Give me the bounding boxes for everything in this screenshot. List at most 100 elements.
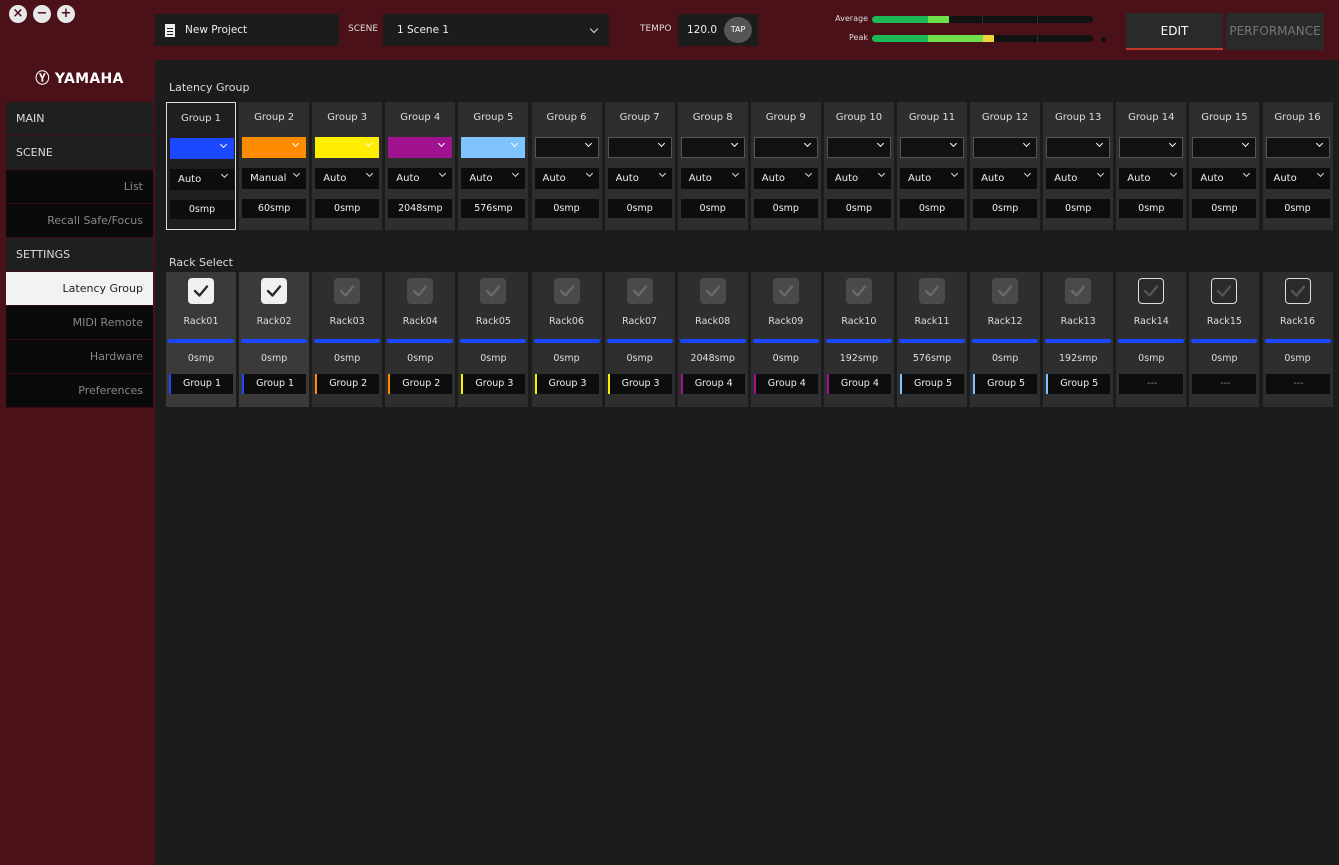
- rack-group-assignment[interactable]: Group 4: [680, 374, 745, 394]
- rack-group-assignment[interactable]: Group 4: [826, 374, 891, 394]
- latency-group-column[interactable]: Group 14 Auto 0smp: [1116, 102, 1187, 230]
- group-latency-field[interactable]: 0smp: [753, 199, 818, 218]
- tap-tempo-button[interactable]: TAP: [724, 17, 753, 43]
- close-window-icon[interactable]: ×: [9, 5, 27, 23]
- rack-group-assignment[interactable]: Group 3: [461, 374, 526, 394]
- latency-group-column[interactable]: Group 15 Auto 0smp: [1189, 102, 1260, 230]
- rack-group-assignment[interactable]: Group 1: [242, 374, 307, 394]
- group-latency-field[interactable]: 576smp: [461, 199, 526, 218]
- group-mode-dropdown[interactable]: Auto: [1046, 168, 1111, 189]
- group-color-dropdown[interactable]: [1119, 137, 1184, 158]
- minimize-window-icon[interactable]: −: [33, 5, 51, 23]
- edit-mode-button[interactable]: EDIT: [1126, 13, 1223, 50]
- group-color-dropdown[interactable]: [1265, 137, 1330, 158]
- group-color-dropdown[interactable]: [388, 137, 453, 158]
- group-latency-field[interactable]: 0smp: [315, 199, 380, 218]
- sidebar-item-settings[interactable]: SETTINGS: [6, 238, 153, 272]
- sidebar-item-list[interactable]: List: [6, 170, 153, 204]
- group-latency-field[interactable]: 0smp: [973, 199, 1038, 218]
- group-mode-dropdown[interactable]: Auto: [534, 168, 599, 189]
- rack-select-checkbox[interactable]: [1211, 278, 1238, 304]
- group-latency-field[interactable]: 0smp: [1046, 199, 1111, 218]
- latency-group-column[interactable]: Group 5 Auto 576smp: [458, 102, 529, 230]
- latency-group-column[interactable]: Group 11 Auto 0smp: [897, 102, 967, 230]
- group-color-dropdown[interactable]: [680, 137, 745, 158]
- rack-group-assignment[interactable]: Group 5: [1046, 374, 1111, 394]
- rack-select-checkbox[interactable]: [1138, 278, 1165, 304]
- latency-group-column[interactable]: Group 9 Auto 0smp: [750, 102, 821, 230]
- group-color-dropdown[interactable]: [461, 137, 526, 158]
- latency-group-column[interactable]: Group 3 Auto 0smp: [312, 102, 383, 230]
- tempo-field[interactable]: 120.0 TAP: [678, 14, 758, 46]
- latency-group-column[interactable]: Group 13 Auto 0smp: [1043, 102, 1114, 230]
- group-mode-dropdown[interactable]: Auto: [973, 168, 1038, 189]
- latency-group-column[interactable]: Group 7 Auto 0smp: [604, 102, 675, 230]
- group-color-dropdown[interactable]: [753, 137, 818, 158]
- group-latency-field[interactable]: 0smp: [534, 199, 599, 218]
- rack-group-assignment[interactable]: ---: [1119, 374, 1184, 394]
- group-mode-dropdown[interactable]: Auto: [607, 168, 672, 189]
- sidebar-item-recall-safe-focus[interactable]: Recall Safe/Focus: [6, 204, 153, 238]
- rack-group-assignment[interactable]: ---: [1192, 374, 1257, 394]
- rack-group-assignment[interactable]: Group 3: [534, 374, 599, 394]
- latency-group-column[interactable]: Group 16 Auto 0smp: [1262, 102, 1333, 230]
- group-latency-field[interactable]: 0smp: [900, 199, 964, 218]
- group-color-dropdown[interactable]: [900, 137, 964, 158]
- group-latency-field[interactable]: 0smp: [1119, 199, 1184, 218]
- latency-group-column[interactable]: Group 10 Auto 0smp: [823, 102, 894, 230]
- rack-group-assignment[interactable]: Group 2: [388, 374, 453, 394]
- maximize-window-icon[interactable]: +: [57, 5, 75, 23]
- rack-group-assignment[interactable]: Group 5: [973, 374, 1038, 394]
- group-latency-field[interactable]: 0smp: [826, 199, 891, 218]
- sidebar-item-hardware[interactable]: Hardware: [6, 340, 153, 374]
- group-latency-field[interactable]: 2048smp: [388, 199, 453, 218]
- group-color-dropdown[interactable]: [607, 137, 672, 158]
- latency-group-column[interactable]: Group 2 Manual 60smp: [239, 102, 310, 230]
- latency-group-column[interactable]: Group 6 Auto 0smp: [531, 102, 602, 230]
- latency-group-column[interactable]: Group 1 Auto 0smp: [166, 102, 236, 230]
- group-latency-field[interactable]: 0smp: [680, 199, 745, 218]
- rack-select-checkbox[interactable]: [188, 278, 214, 304]
- project-name-field[interactable]: New Project: [155, 14, 339, 46]
- group-mode-dropdown[interactable]: Auto: [461, 168, 526, 189]
- group-color-dropdown[interactable]: [242, 137, 307, 158]
- performance-mode-button[interactable]: PERFORMANCE: [1226, 13, 1324, 50]
- group-color-dropdown[interactable]: [826, 137, 891, 158]
- rack-group-assignment[interactable]: Group 1: [169, 374, 233, 394]
- sidebar-item-midi-remote[interactable]: MIDI Remote: [6, 306, 153, 340]
- rack-group-assignment[interactable]: Group 3: [607, 374, 672, 394]
- sidebar-item-main[interactable]: MAIN: [6, 102, 153, 136]
- group-latency-field[interactable]: 0smp: [1192, 199, 1257, 218]
- group-color-dropdown[interactable]: [170, 138, 234, 159]
- group-mode-dropdown[interactable]: Auto: [753, 168, 818, 189]
- rack-select-checkbox[interactable]: [261, 278, 288, 304]
- group-latency-field[interactable]: 0smp: [607, 199, 672, 218]
- group-mode-dropdown[interactable]: Auto: [170, 169, 234, 190]
- group-mode-dropdown[interactable]: Auto: [315, 168, 380, 189]
- group-mode-dropdown[interactable]: Auto: [388, 168, 453, 189]
- group-mode-dropdown[interactable]: Auto: [1119, 168, 1184, 189]
- rack-group-assignment[interactable]: Group 2: [315, 374, 380, 394]
- sidebar-item-latency-group[interactable]: Latency Group: [6, 272, 153, 306]
- sidebar-item-preferences[interactable]: Preferences: [6, 374, 153, 408]
- sidebar-item-scene[interactable]: SCENE: [6, 136, 153, 170]
- group-mode-dropdown[interactable]: Auto: [826, 168, 891, 189]
- latency-group-column[interactable]: Group 4 Auto 2048smp: [385, 102, 456, 230]
- group-color-dropdown[interactable]: [534, 137, 599, 158]
- scene-dropdown[interactable]: 1 Scene 1: [383, 14, 609, 46]
- rack-group-assignment[interactable]: Group 4: [753, 374, 818, 394]
- group-color-dropdown[interactable]: [315, 137, 380, 158]
- group-latency-field[interactable]: 0smp: [1265, 199, 1330, 218]
- group-latency-field[interactable]: 0smp: [170, 200, 234, 219]
- group-color-dropdown[interactable]: [1192, 137, 1257, 158]
- group-color-dropdown[interactable]: [973, 137, 1038, 158]
- rack-group-assignment[interactable]: Group 5: [900, 374, 964, 394]
- latency-group-column[interactable]: Group 12 Auto 0smp: [970, 102, 1041, 230]
- group-latency-field[interactable]: 60smp: [242, 199, 307, 218]
- group-mode-dropdown[interactable]: Auto: [680, 168, 745, 189]
- rack-group-assignment[interactable]: ---: [1265, 374, 1330, 394]
- group-mode-dropdown[interactable]: Auto: [900, 168, 964, 189]
- group-color-dropdown[interactable]: [1046, 137, 1111, 158]
- group-mode-dropdown[interactable]: Auto: [1265, 168, 1330, 189]
- rack-select-checkbox[interactable]: [1284, 278, 1311, 304]
